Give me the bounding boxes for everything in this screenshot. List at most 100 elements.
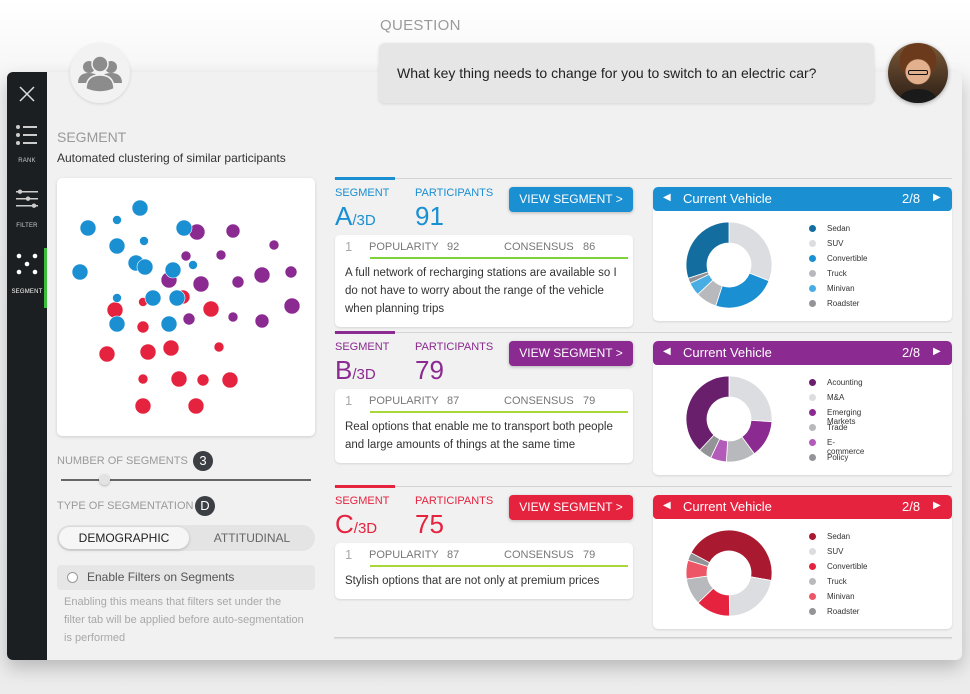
enable-filters-radio[interactable] xyxy=(67,572,78,583)
participant-point-b[interactable] xyxy=(192,275,210,293)
participant-point-a[interactable] xyxy=(112,215,122,225)
segments-slider-thumb[interactable] xyxy=(98,474,110,485)
participant-point-a[interactable] xyxy=(175,219,193,237)
segment-letter: A xyxy=(335,201,353,231)
answer-rank: 1 xyxy=(345,547,353,562)
participant-point-c[interactable] xyxy=(98,345,116,363)
participant-point-c[interactable] xyxy=(106,301,124,319)
next-chart-icon[interactable]: ▶ xyxy=(933,500,941,511)
segment-block-b: SEGMENT PARTICIPANTS B/3D 79 VIEW SEGMEN… xyxy=(334,331,952,482)
legend-label: Minivan xyxy=(827,284,855,293)
cluster-dots-icon xyxy=(16,253,38,275)
close-icon[interactable] xyxy=(17,84,37,104)
prev-chart-icon[interactable]: ◀ xyxy=(663,346,671,357)
participants-count: 91 xyxy=(415,201,444,231)
sidebar-item-segment[interactable]: SEGMENT xyxy=(7,248,47,308)
participant-point-c[interactable] xyxy=(202,300,220,318)
participant-point-c[interactable] xyxy=(221,371,239,389)
vehicle-chart-card: ◀ Current Vehicle 2/8 ▶ Sedan SUV Converti… xyxy=(653,187,952,321)
participant-point-a[interactable] xyxy=(108,237,126,255)
participant-point-a[interactable] xyxy=(71,263,89,281)
participant-point-a[interactable] xyxy=(108,315,126,333)
participant-point-a[interactable] xyxy=(136,258,154,276)
toggle-demographic[interactable]: DEMOGRAPHIC xyxy=(59,527,189,549)
participant-point-c[interactable] xyxy=(139,343,157,361)
segment-id: B/3D xyxy=(335,355,376,390)
participant-point-a[interactable] xyxy=(131,199,149,217)
legend-label: SUV xyxy=(827,239,844,248)
participant-point-c[interactable] xyxy=(187,397,205,415)
next-chart-icon[interactable]: ▶ xyxy=(933,346,941,357)
participant-point-b[interactable] xyxy=(254,313,270,329)
participant-point-c[interactable] xyxy=(162,339,180,357)
legend-swatch xyxy=(809,548,816,555)
toggle-attitudinal[interactable]: ATTITUDINAL xyxy=(192,525,312,551)
prev-chart-icon[interactable]: ◀ xyxy=(663,192,671,203)
participant-point-b[interactable] xyxy=(284,265,298,279)
participant-point-b[interactable] xyxy=(215,249,227,261)
vehicle-chart-card: ◀ Current Vehicle 2/8 ▶ Acounting M&A Emer… xyxy=(653,341,952,475)
participant-point-b[interactable] xyxy=(225,223,241,239)
sidebar-item-filter[interactable]: FILTER xyxy=(7,185,47,245)
donut-slice-acounting[interactable] xyxy=(685,375,730,451)
legend-swatch xyxy=(809,225,816,232)
participant-point-b[interactable] xyxy=(182,312,196,326)
consensus-label: CONSENSUS xyxy=(504,395,574,407)
page-subtitle: Automated clustering of similar particip… xyxy=(57,151,286,165)
participant-point-c[interactable] xyxy=(137,373,149,385)
donut-slice-suv[interactable] xyxy=(728,576,772,617)
participant-point-c[interactable] xyxy=(170,370,188,388)
view-segment-button[interactable]: VIEW SEGMENT > xyxy=(509,341,633,366)
participant-point-a[interactable] xyxy=(164,261,182,279)
donut-slice-suv[interactable] xyxy=(728,221,773,282)
participant-point-a[interactable] xyxy=(160,315,178,333)
participant-point-c[interactable] xyxy=(196,373,210,387)
participant-point-b[interactable] xyxy=(227,311,239,323)
top-answer-card[interactable]: 1 POPULARITY 92 CONSENSUS 86 A full netw… xyxy=(335,235,633,327)
participant-point-c[interactable] xyxy=(213,341,225,353)
sidebar-item-rank[interactable]: RANK xyxy=(7,120,47,180)
legend-swatch xyxy=(809,300,816,307)
participant-point-b[interactable] xyxy=(231,275,245,289)
participant-point-b[interactable] xyxy=(283,297,301,315)
chart-title: Current Vehicle xyxy=(683,191,772,206)
participant-point-b[interactable] xyxy=(180,250,192,262)
donut-slice-m-a[interactable] xyxy=(728,375,773,423)
sidebar-item-label: RANK xyxy=(18,158,36,164)
legend-swatch xyxy=(809,285,816,292)
top-answer-card[interactable]: 1 POPULARITY 87 CONSENSUS 79 Stylish opt… xyxy=(335,543,633,599)
participant-point-c[interactable] xyxy=(136,320,150,334)
participant-point-a[interactable] xyxy=(168,289,186,307)
participant-point-a[interactable] xyxy=(139,236,149,246)
segment-divider xyxy=(334,332,952,333)
donut-chart xyxy=(685,529,773,617)
answer-underline xyxy=(370,411,628,413)
user-avatar[interactable] xyxy=(888,43,948,103)
popularity-value: 92 xyxy=(447,241,460,253)
participant-point-c[interactable] xyxy=(134,397,152,415)
segment-label: SEGMENT xyxy=(335,341,390,353)
view-segment-button[interactable]: VIEW SEGMENT > xyxy=(509,187,633,212)
participant-point-a[interactable] xyxy=(188,260,198,270)
segment-suffix: /3D xyxy=(353,520,378,537)
participant-point-a[interactable] xyxy=(79,219,97,237)
answer-rank: 1 xyxy=(345,393,353,408)
legend-label: Minivan xyxy=(827,592,855,601)
enable-filters-row[interactable]: Enable Filters on Segments xyxy=(57,565,315,590)
donut-slice-convertible[interactable] xyxy=(715,272,770,309)
page-title: SEGMENT xyxy=(57,129,127,145)
participant-point-a[interactable] xyxy=(112,293,122,303)
segment-label: SEGMENT xyxy=(335,187,390,199)
top-answer-card[interactable]: 1 POPULARITY 87 CONSENSUS 79 Real option… xyxy=(335,389,633,463)
prev-chart-icon[interactable]: ◀ xyxy=(663,500,671,511)
avatar-shirt xyxy=(900,89,936,103)
participant-point-b[interactable] xyxy=(253,266,271,284)
view-segment-button[interactable]: VIEW SEGMENT > xyxy=(509,495,633,520)
legend-label: Trade xyxy=(827,423,848,432)
next-chart-icon[interactable]: ▶ xyxy=(933,192,941,203)
segment-accent-bar xyxy=(335,485,395,488)
participant-point-b[interactable] xyxy=(268,239,280,251)
participant-point-a[interactable] xyxy=(144,289,162,307)
donut-slice-sedan[interactable] xyxy=(685,221,730,279)
segmentation-type-badge: D xyxy=(195,496,215,516)
